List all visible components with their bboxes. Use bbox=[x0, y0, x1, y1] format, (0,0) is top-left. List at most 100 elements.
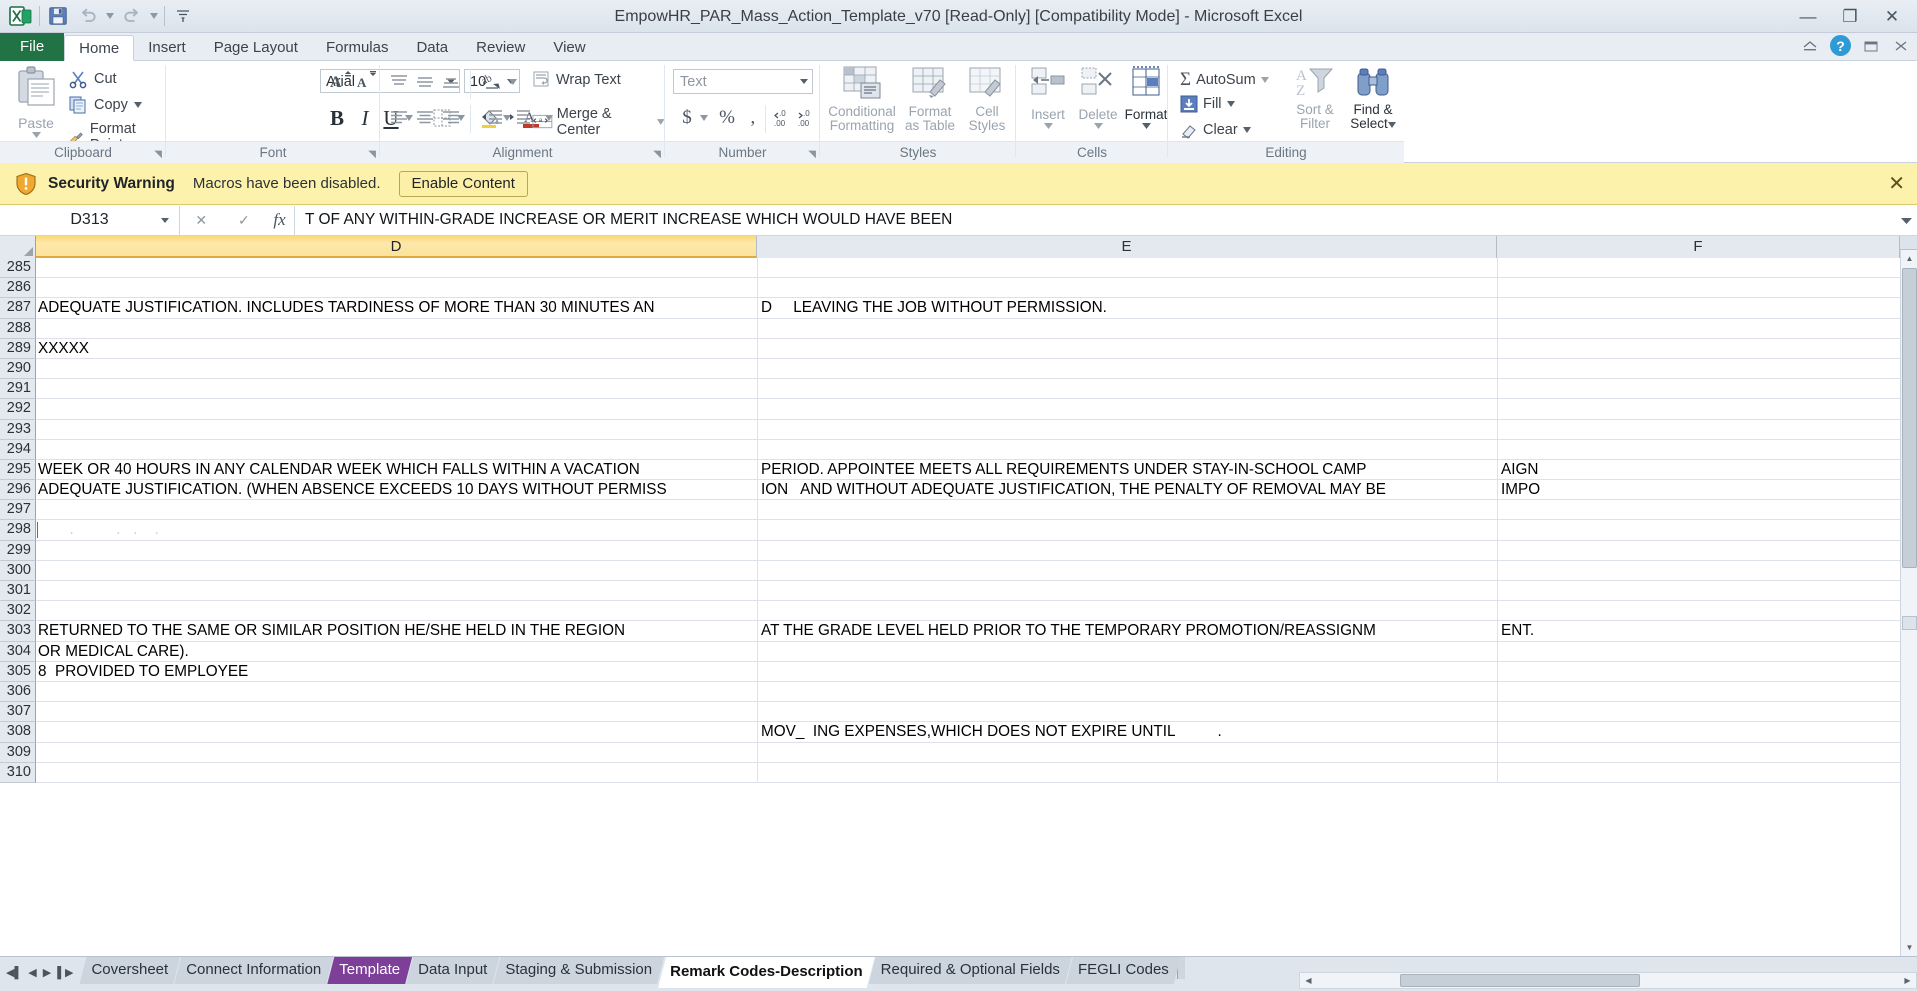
ribbon-tab-home[interactable]: Home bbox=[64, 35, 135, 61]
cell-D-305[interactable]: 8 PROVIDED TO EMPLOYEE bbox=[38, 662, 248, 682]
sheet-tab-required-optional-fields[interactable]: Required & Optional Fields bbox=[869, 957, 1072, 984]
table-row[interactable]: MOV_ ING EXPENSES,WHICH DOES NOT EXPIRE … bbox=[36, 722, 1917, 743]
sheet-tab-staging-submission[interactable]: Staging & Submission bbox=[493, 957, 664, 984]
table-row[interactable] bbox=[36, 560, 1917, 581]
row-header[interactable]: 308 bbox=[0, 722, 36, 743]
ribbon-tab-view[interactable]: View bbox=[539, 35, 599, 61]
cell-D-289[interactable]: XXXXX bbox=[38, 339, 89, 359]
percent-style-button[interactable]: % bbox=[715, 105, 739, 131]
table-row[interactable] bbox=[36, 742, 1917, 763]
sort-filter-button[interactable]: A Z Sort & Filter bbox=[1286, 65, 1344, 131]
fill-button[interactable]: Fill bbox=[1180, 95, 1235, 113]
table-row[interactable]: ADEQUATE JUSTIFICATION. INCLUDES TARDINE… bbox=[36, 298, 1917, 319]
restore-button[interactable]: ❐ bbox=[1829, 4, 1871, 30]
sheet-tab-fegli-codes[interactable]: FEGLI Codes bbox=[1066, 957, 1181, 984]
cell-D-287[interactable]: ADEQUATE JUSTIFICATION. INCLUDES TARDINE… bbox=[38, 298, 655, 318]
alignment-dialog-launcher[interactable]: ◥ bbox=[653, 149, 661, 160]
ribbon-restore-icon[interactable] bbox=[1861, 36, 1881, 56]
table-row[interactable]: ADEQUATE JUSTIFICATION. (WHEN ABSENCE EX… bbox=[36, 480, 1917, 501]
row-header[interactable]: 298 bbox=[0, 520, 36, 541]
align-bottom-icon[interactable] bbox=[438, 71, 464, 93]
cell-E-308[interactable]: MOV_ ING EXPENSES,WHICH DOES NOT EXPIRE … bbox=[761, 722, 1222, 742]
row-header[interactable]: 293 bbox=[0, 419, 36, 440]
row-header[interactable]: 306 bbox=[0, 681, 36, 703]
decrease-decimal-icon[interactable]: .0.00 bbox=[795, 105, 819, 131]
cell-D-303[interactable]: RETURNED TO THE SAME OR SIMILAR POSITION… bbox=[38, 621, 625, 641]
table-row[interactable] bbox=[36, 702, 1917, 723]
delete-cells-button[interactable]: Delete bbox=[1074, 65, 1122, 130]
row-header[interactable]: 291 bbox=[0, 379, 36, 400]
table-row[interactable] bbox=[36, 379, 1917, 400]
help-icon[interactable]: ? bbox=[1830, 35, 1851, 56]
minimize-ribbon-icon[interactable] bbox=[1800, 36, 1820, 56]
row-header[interactable]: 301 bbox=[0, 581, 36, 602]
table-row[interactable] bbox=[36, 318, 1917, 339]
currency-button[interactable]: $ bbox=[675, 105, 699, 131]
clipboard-dialog-launcher[interactable]: ◥ bbox=[154, 149, 162, 160]
row-header[interactable]: 289 bbox=[0, 338, 36, 359]
row-header[interactable]: 307 bbox=[0, 702, 36, 723]
first-sheet-button[interactable]: ◀▌ bbox=[6, 966, 22, 979]
scroll-down-arrow[interactable]: ▼ bbox=[1901, 939, 1917, 956]
ribbon-tab-formulas[interactable]: Formulas bbox=[312, 35, 403, 61]
sheet-tab-template[interactable]: Template bbox=[327, 957, 412, 984]
table-row[interactable] bbox=[36, 762, 1917, 783]
table-row[interactable] bbox=[36, 540, 1917, 561]
formula-bar-input[interactable]: T OF ANY WITHIN-GRADE INCREASE OR MERIT … bbox=[295, 211, 1895, 229]
orientation-icon[interactable]: ab bbox=[478, 69, 506, 95]
table-row[interactable] bbox=[36, 258, 1917, 279]
table-row[interactable]: WEEK OR 40 HOURS IN ANY CALENDAR WEEK WH… bbox=[36, 459, 1917, 481]
number-format-select[interactable]: Text bbox=[673, 69, 813, 94]
number-format-caret-icon[interactable] bbox=[800, 79, 808, 84]
table-row[interactable] bbox=[36, 439, 1917, 460]
ribbon-tab-page-layout[interactable]: Page Layout bbox=[200, 35, 312, 61]
find-select-button[interactable]: Find & Select bbox=[1344, 65, 1402, 131]
sheet-tab-coversheet[interactable]: Coversheet bbox=[79, 957, 180, 984]
last-sheet-button[interactable]: ▌▶ bbox=[57, 966, 73, 979]
row-header[interactable]: 300 bbox=[0, 560, 36, 581]
cell-D-304[interactable]: OR MEDICAL CARE). bbox=[38, 642, 189, 662]
insert-function-icon[interactable]: fx bbox=[273, 210, 285, 230]
vertical-split-handle[interactable] bbox=[1900, 236, 1917, 250]
scroll-right-arrow[interactable]: ▶ bbox=[1899, 973, 1916, 988]
font-dialog-launcher[interactable]: ◥ bbox=[368, 149, 376, 160]
sheet-tab-data-input[interactable]: Data Input bbox=[406, 957, 499, 984]
table-row[interactable] bbox=[36, 358, 1917, 380]
name-box-caret-icon[interactable] bbox=[161, 217, 169, 223]
row-header[interactable]: 295 bbox=[0, 459, 36, 481]
close-button[interactable]: ✕ bbox=[1871, 4, 1913, 30]
comma-style-button[interactable]: , bbox=[739, 105, 763, 131]
prev-sheet-button[interactable]: ◀ bbox=[28, 966, 36, 979]
row-header[interactable]: 290 bbox=[0, 358, 36, 380]
conditional-formatting-button[interactable]: Conditional Formatting bbox=[826, 65, 898, 133]
row-header[interactable]: 294 bbox=[0, 439, 36, 460]
vertical-scroll-thumb[interactable] bbox=[1902, 268, 1917, 568]
number-dialog-launcher[interactable]: ◥ bbox=[808, 149, 816, 160]
sheet-tab-remark-codes-description[interactable]: Remark Codes-Description bbox=[658, 957, 875, 988]
enter-formula-icon[interactable]: ✓ bbox=[231, 209, 257, 231]
row-header[interactable]: 287 bbox=[0, 298, 36, 319]
horizontal-scrollbar[interactable]: ◀ ▶ bbox=[1299, 972, 1917, 989]
scroll-left-arrow[interactable]: ◀ bbox=[1300, 973, 1317, 988]
vertical-scrollbar[interactable]: ▲ ▼ bbox=[1900, 236, 1917, 956]
horizontal-scroll-thumb[interactable] bbox=[1400, 974, 1640, 987]
row-header[interactable]: 309 bbox=[0, 742, 36, 763]
merge-center-button[interactable]: a Merge & Center bbox=[532, 106, 666, 138]
insert-cells-button[interactable]: Insert bbox=[1024, 65, 1072, 130]
table-row[interactable]: RETURNED TO THE SAME OR SIMILAR POSITION… bbox=[36, 621, 1917, 642]
column-header-E[interactable]: E bbox=[757, 236, 1497, 258]
table-row[interactable] bbox=[36, 500, 1917, 521]
table-row[interactable] bbox=[36, 419, 1917, 440]
ribbon-tab-file[interactable]: File bbox=[0, 33, 65, 61]
format-cells-button[interactable]: Format bbox=[1122, 65, 1170, 130]
ribbon-tab-review[interactable]: Review bbox=[462, 35, 539, 61]
currency-dropdown-icon[interactable] bbox=[697, 111, 711, 125]
align-center-icon[interactable] bbox=[412, 105, 438, 129]
cell-D-296[interactable]: ADEQUATE JUSTIFICATION. (WHEN ABSENCE EX… bbox=[38, 480, 667, 500]
cell-E-295[interactable]: PERIOD. APPOINTEE MEETS ALL REQUIREMENTS… bbox=[761, 460, 1366, 480]
close-warning-icon[interactable]: ✕ bbox=[1888, 171, 1905, 196]
select-all-corner[interactable] bbox=[0, 236, 36, 258]
row-header[interactable]: 305 bbox=[0, 661, 36, 682]
cell-styles-button[interactable]: Cell Styles bbox=[960, 65, 1014, 133]
cell-F-295[interactable]: AIGN bbox=[1501, 460, 1538, 480]
